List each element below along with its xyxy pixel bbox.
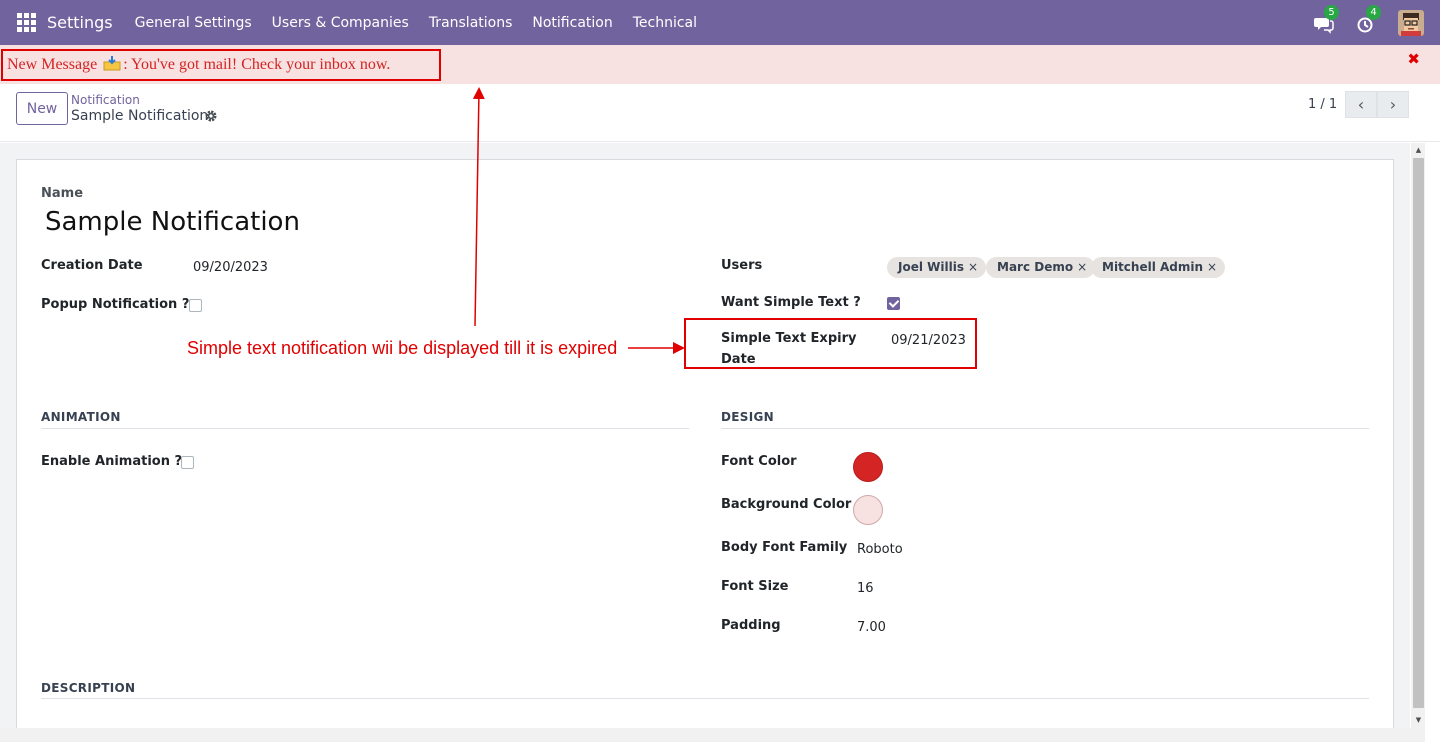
- creation-date-label: Creation Date: [41, 258, 143, 273]
- section-divider: [41, 428, 689, 429]
- expiry-highlight-box: [684, 318, 977, 369]
- menu-technical[interactable]: Technical: [623, 15, 707, 31]
- banner-close-icon[interactable]: ✖: [1407, 50, 1420, 68]
- remove-tag-icon[interactable]: ×: [1077, 260, 1087, 274]
- user-tag: Marc Demo ×: [986, 257, 1096, 278]
- font-size-label: Font Size: [721, 579, 789, 594]
- remove-tag-icon[interactable]: ×: [968, 260, 978, 274]
- gear-icon[interactable]: [204, 109, 218, 123]
- annotation-text: Simple text notification wii be displaye…: [187, 338, 618, 358]
- form-sheet: [16, 159, 1394, 742]
- pager-next-button[interactable]: ›: [1377, 91, 1409, 118]
- section-divider: [41, 698, 1369, 699]
- menu-general-settings[interactable]: General Settings: [125, 15, 262, 31]
- creation-date-field[interactable]: 09/20/2023: [193, 260, 268, 275]
- popup-notification-checkbox[interactable]: [189, 299, 202, 312]
- banner-prefix: New Message: [7, 56, 102, 73]
- padding-label: Padding: [721, 618, 781, 633]
- padding-field[interactable]: 7.00: [857, 620, 886, 635]
- enable-animation-label: Enable Animation ?: [41, 454, 183, 469]
- user-tag: Joel Willis ×: [887, 257, 987, 278]
- name-label: Name: [41, 186, 84, 201]
- description-section-title: DESCRIPTION: [41, 681, 136, 695]
- user-tag: Mitchell Admin ×: [1091, 257, 1226, 278]
- systray: 5 4: [1314, 0, 1424, 45]
- notification-banner: New Message : You've got mail! Check you…: [0, 45, 1440, 84]
- user-tag-label: Mitchell Admin: [1102, 260, 1204, 274]
- animation-section-title: ANIMATION: [41, 410, 121, 424]
- record-name-field[interactable]: Sample Notification: [45, 207, 300, 237]
- menu-translations[interactable]: Translations: [419, 15, 523, 31]
- font-color-label: Font Color: [721, 454, 797, 469]
- vertical-scroll-thumb[interactable]: [1413, 158, 1424, 708]
- background-color-label: Background Color: [721, 497, 852, 512]
- background-color-swatch[interactable]: [853, 495, 883, 525]
- chevron-right-icon: ›: [1389, 95, 1397, 114]
- remove-tag-icon[interactable]: ×: [1207, 260, 1217, 274]
- banner-text: : You've got mail! Check your inbox now.: [123, 56, 391, 73]
- font-size-field[interactable]: 16: [857, 581, 874, 596]
- breadcrumb-current: Sample Notification: [71, 108, 209, 124]
- app-grid-icon[interactable]: [17, 12, 37, 33]
- body-font-family-field[interactable]: Roboto: [857, 542, 903, 557]
- popup-notification-label: Popup Notification ?: [41, 297, 190, 312]
- pager-prev-button[interactable]: ‹: [1345, 91, 1377, 118]
- control-panel: New Notification Sample Notification 1 /…: [0, 84, 1440, 142]
- inbox-tray-icon: [103, 55, 121, 71]
- banner-message: New Message : You've got mail! Check you…: [7, 55, 390, 74]
- font-color-swatch[interactable]: [853, 452, 883, 482]
- messages-badge: 5: [1324, 4, 1339, 20]
- menu-notification[interactable]: Notification: [522, 15, 622, 31]
- design-section-title: DESIGN: [721, 410, 774, 424]
- section-divider: [721, 428, 1369, 429]
- app-name[interactable]: Settings: [47, 13, 113, 32]
- want-simple-text-checkbox[interactable]: [887, 297, 900, 310]
- user-avatar[interactable]: [1398, 9, 1424, 36]
- activities-badge: 4: [1366, 4, 1381, 20]
- pager-value[interactable]: 1 / 1: [1308, 97, 1337, 112]
- want-simple-text-label: Want Simple Text ?: [721, 295, 861, 310]
- user-tag-label: Joel Willis: [898, 260, 964, 274]
- scroll-up-icon[interactable]: ▲: [1413, 146, 1424, 156]
- user-tag-label: Marc Demo: [997, 260, 1074, 274]
- enable-animation-checkbox[interactable]: [181, 456, 194, 469]
- top-navbar: Settings General Settings Users & Compan…: [0, 0, 1440, 45]
- users-label: Users: [721, 258, 763, 273]
- activity-clock-icon[interactable]: 4: [1356, 4, 1381, 35]
- scroll-down-icon[interactable]: ▼: [1413, 716, 1424, 726]
- horizontal-scrollbar[interactable]: [0, 728, 1425, 742]
- chevron-left-icon: ‹: [1357, 95, 1365, 114]
- new-button[interactable]: New: [16, 92, 68, 125]
- menu-users-companies[interactable]: Users & Companies: [262, 15, 419, 31]
- body-font-family-label: Body Font Family: [721, 540, 848, 555]
- messages-icon[interactable]: 5: [1314, 4, 1339, 35]
- breadcrumb-parent[interactable]: Notification: [71, 93, 140, 107]
